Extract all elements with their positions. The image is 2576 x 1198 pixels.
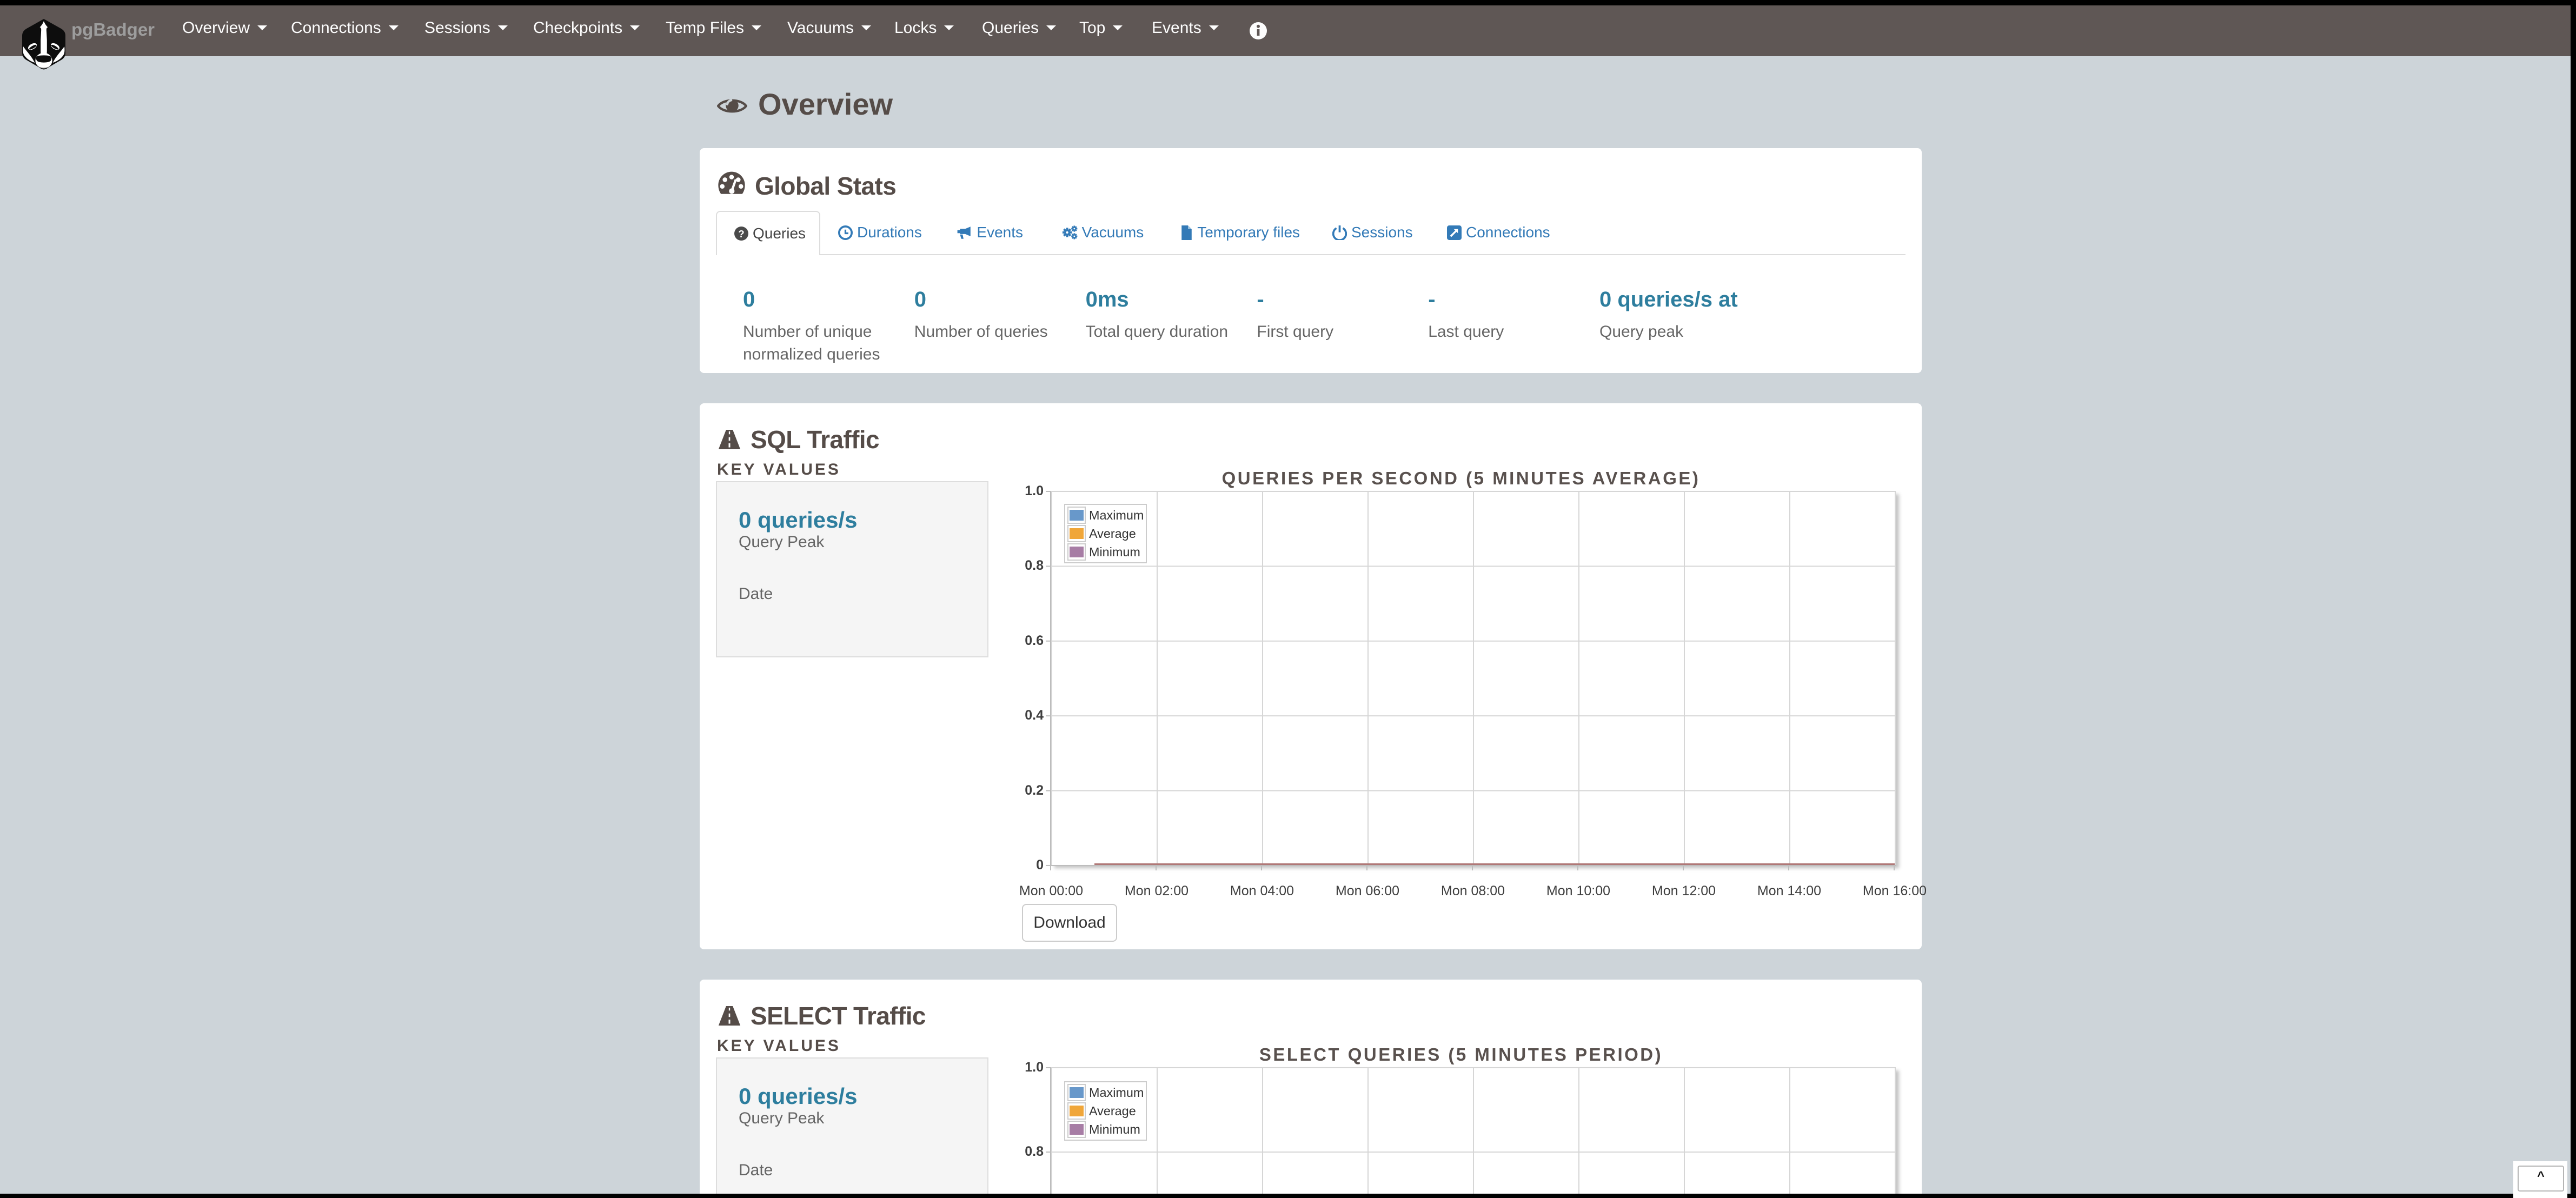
svg-text:?: ?	[738, 228, 744, 239]
